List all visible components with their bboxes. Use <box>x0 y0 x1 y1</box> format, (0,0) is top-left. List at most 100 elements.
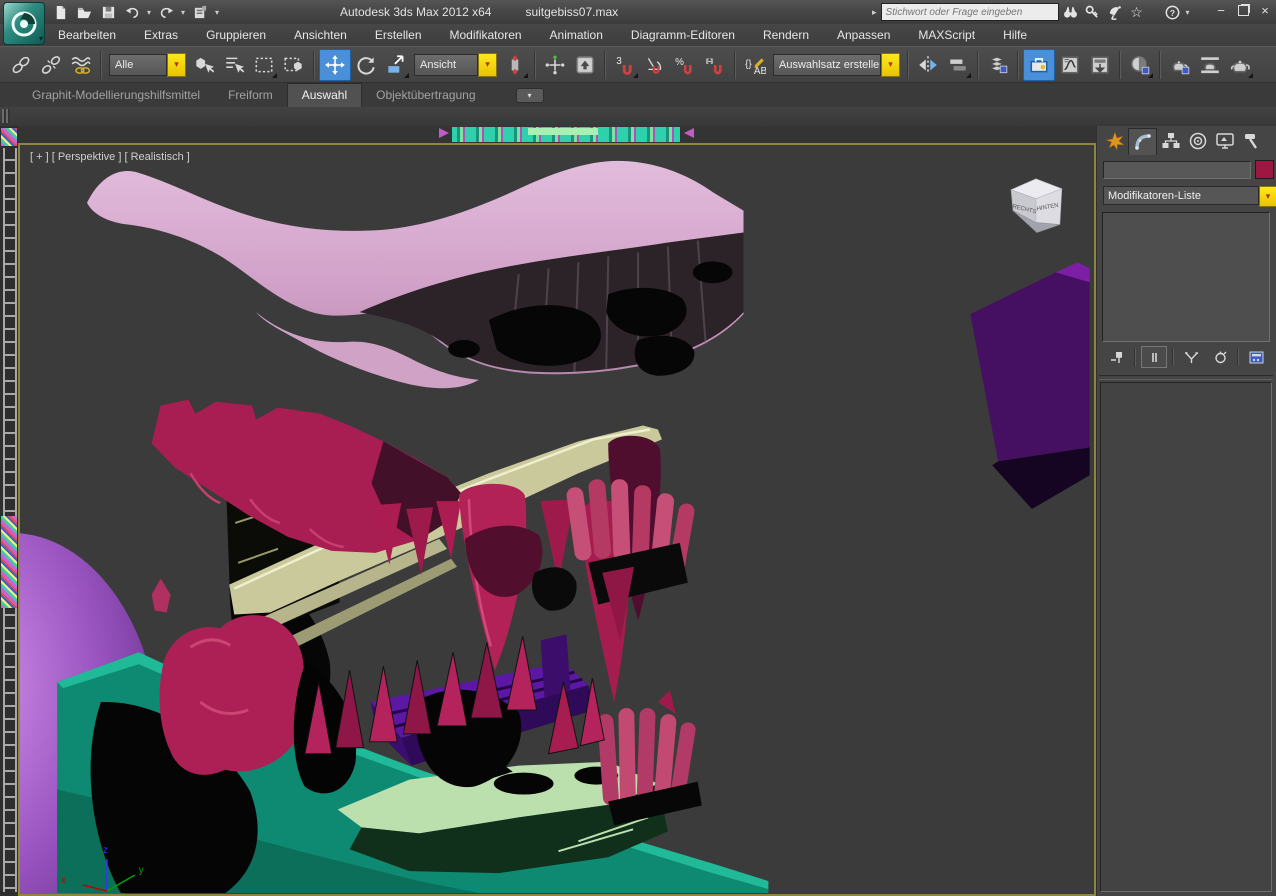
ribbon-tab-objektuebertragung[interactable]: Objektübertragung <box>362 84 489 107</box>
close-button[interactable]: × <box>1258 2 1272 18</box>
viewport-label[interactable]: [ + ] [ Perspektive ] [ Realistisch ] <box>30 151 190 163</box>
ribbon-tab-graphit[interactable]: Graphit-Modellierungshilfsmittel <box>18 84 214 107</box>
ribbon-grip-handle[interactable] <box>2 109 10 123</box>
ribbon-tab-freiform[interactable]: Freiform <box>214 84 287 107</box>
tab-modify[interactable] <box>1128 128 1157 155</box>
edit-named-selection-sets-button[interactable]: {}ABC <box>740 50 770 80</box>
snap-toggle-3d-button[interactable]: 3 <box>610 50 640 80</box>
favorites-button[interactable]: ☆ <box>1127 3 1147 21</box>
modifier-stack-list[interactable] <box>1102 212 1270 342</box>
ribbon-minimize-button[interactable]: ▾ <box>516 88 544 103</box>
modifier-list-dropdown[interactable]: Modifikatoren-Liste <box>1103 186 1259 205</box>
new-file-button[interactable] <box>50 3 70 21</box>
select-and-scale-button[interactable] <box>381 50 411 80</box>
layer-manager-button[interactable] <box>983 50 1013 80</box>
remove-modifier-button[interactable] <box>1208 347 1232 367</box>
render-setup-button[interactable] <box>1165 50 1195 80</box>
restore-button[interactable] <box>1236 2 1250 18</box>
reference-coordinate-value[interactable]: Ansicht <box>414 54 478 76</box>
pin-icon <box>1109 349 1126 366</box>
communication-center-button[interactable] <box>1105 3 1125 21</box>
material-editor-button[interactable] <box>1125 50 1155 80</box>
modifier-list-arrow-button[interactable]: ▾ <box>1259 186 1276 207</box>
pin-stack-button[interactable] <box>1105 347 1129 367</box>
lower-molars-object[interactable] <box>160 615 307 775</box>
menu-anpassen[interactable]: Anpassen <box>827 25 900 45</box>
sign-in-button[interactable] <box>1083 3 1103 21</box>
selection-filter-arrow-button[interactable]: ▾ <box>167 53 186 77</box>
select-and-rotate-button[interactable] <box>351 50 381 80</box>
space-warp-icon <box>70 54 92 76</box>
percent-snap-toggle-button[interactable]: % <box>670 50 700 80</box>
application-menu-button[interactable]: ▾ <box>3 2 45 45</box>
minimize-button[interactable]: − <box>1214 2 1228 18</box>
help-flyout-caret-icon[interactable]: ▾ <box>1186 8 1190 17</box>
search-input[interactable] <box>881 3 1059 21</box>
object-color-swatch[interactable] <box>1255 160 1274 179</box>
search-button[interactable] <box>1061 3 1081 21</box>
project-folder-button[interactable] <box>190 3 210 21</box>
select-and-manipulate-button[interactable] <box>540 50 570 80</box>
reference-coordinate-dropdown[interactable]: Ansicht ▾ <box>414 53 497 77</box>
bind-to-space-warp-button[interactable] <box>66 50 96 80</box>
make-unique-button[interactable] <box>1179 347 1203 367</box>
select-object-button[interactable] <box>189 50 219 80</box>
menu-hilfe[interactable]: Hilfe <box>993 25 1037 45</box>
menu-diagramm-editoren[interactable]: Diagramm-Editoren <box>621 25 745 45</box>
configure-modifier-sets-button[interactable] <box>1244 347 1268 367</box>
menu-bearbeiten[interactable]: Bearbeiten <box>48 25 126 45</box>
tab-create[interactable] <box>1101 128 1128 154</box>
undo-flyout-caret-icon[interactable]: ▾ <box>147 8 151 17</box>
menu-erstellen[interactable]: Erstellen <box>365 25 432 45</box>
named-selection-arrow-button[interactable]: ▾ <box>881 53 900 77</box>
window-crossing-toggle-button[interactable] <box>279 50 309 80</box>
select-and-link-button[interactable] <box>6 50 36 80</box>
infocenter-collapse-icon[interactable]: ▸ <box>872 7 877 18</box>
help-button[interactable]: ? <box>1163 3 1183 21</box>
tab-display[interactable] <box>1211 128 1238 154</box>
keyboard-shortcut-override-button[interactable] <box>570 50 600 80</box>
menu-animation[interactable]: Animation <box>540 25 613 45</box>
menu-extras[interactable]: Extras <box>134 25 188 45</box>
quick-access-overflow-caret-icon[interactable]: ▾ <box>215 8 219 17</box>
named-selection-dropdown[interactable]: Auswahlsatz erstelle ▾ <box>773 53 900 77</box>
rectangular-selection-region-button[interactable] <box>249 50 279 80</box>
selection-filter-dropdown[interactable]: Alle ▾ <box>109 53 186 77</box>
tab-hierarchy[interactable] <box>1157 128 1184 154</box>
angle-snap-toggle-button[interactable] <box>640 50 670 80</box>
redo-button[interactable] <box>156 3 176 21</box>
menu-rendern[interactable]: Rendern <box>753 25 819 45</box>
object-name-input[interactable] <box>1103 161 1251 179</box>
menu-ansichten[interactable]: Ansichten <box>284 25 357 45</box>
perspective-viewport[interactable]: [ + ] [ Perspektive ] [ Realistisch ] <box>18 143 1096 896</box>
toolbar-separator <box>734 51 736 79</box>
redo-flyout-caret-icon[interactable]: ▾ <box>181 8 185 17</box>
render-production-button[interactable] <box>1225 50 1255 80</box>
named-selection-value[interactable]: Auswahlsatz erstelle <box>773 54 881 76</box>
ribbon-tab-bar: Graphit-Modellierungshilfsmittel Freifor… <box>0 83 1276 107</box>
show-end-result-button[interactable] <box>1141 346 1167 368</box>
mirror-button[interactable] <box>913 50 943 80</box>
reference-coordinate-arrow-button[interactable]: ▾ <box>478 53 497 77</box>
save-file-button[interactable] <box>98 3 118 21</box>
schematic-view-button[interactable] <box>1085 50 1115 80</box>
open-file-button[interactable] <box>74 3 94 21</box>
selection-filter-value[interactable]: Alle <box>109 54 167 76</box>
menu-maxscript[interactable]: MAXScript <box>908 25 985 45</box>
tab-utilities[interactable] <box>1238 128 1265 154</box>
menu-gruppieren[interactable]: Gruppieren <box>196 25 276 45</box>
use-pivot-point-center-button[interactable] <box>500 50 530 80</box>
align-button[interactable] <box>943 50 973 80</box>
ribbon-tab-auswahl[interactable]: Auswahl <box>287 83 362 107</box>
unlink-selection-button[interactable] <box>36 50 66 80</box>
curve-editor-button[interactable] <box>1055 50 1085 80</box>
graphite-ribbon-toggle-button[interactable] <box>1023 49 1055 81</box>
select-by-name-button[interactable] <box>219 50 249 80</box>
undo-button[interactable] <box>122 3 142 21</box>
purple-block-small <box>541 634 571 698</box>
tab-motion[interactable] <box>1184 128 1211 154</box>
menu-modifikatoren[interactable]: Modifikatoren <box>440 25 532 45</box>
rendered-frame-window-button[interactable] <box>1195 50 1225 80</box>
spinner-snap-toggle-button[interactable] <box>700 50 730 80</box>
select-and-move-button[interactable] <box>319 49 351 81</box>
